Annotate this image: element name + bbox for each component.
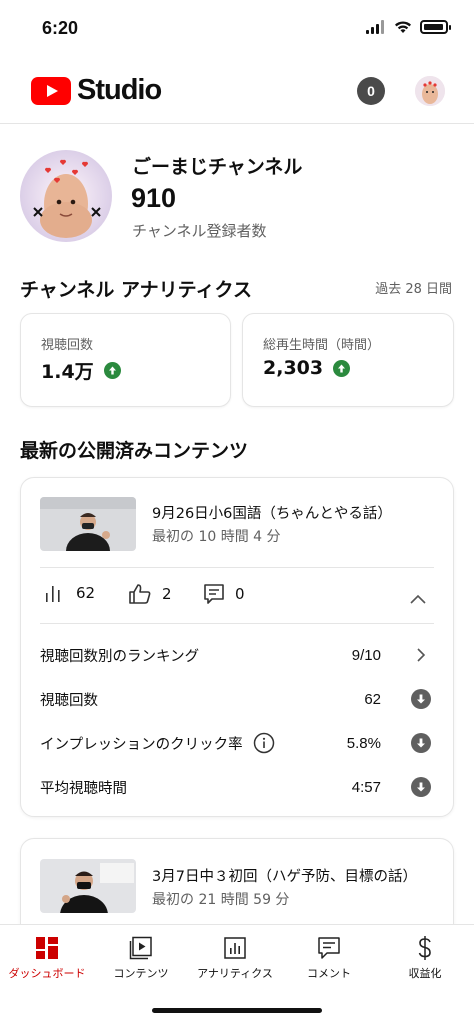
- thumbnail-image: [40, 859, 136, 913]
- comment-icon: [282, 933, 376, 963]
- thumbnail-image: [40, 497, 136, 551]
- notification-badge[interactable]: 0: [357, 77, 385, 105]
- views-stat: 62: [44, 583, 95, 603]
- account-avatar[interactable]: [415, 76, 445, 106]
- channel-avatar[interactable]: [20, 150, 112, 242]
- status-bar: 6:20: [0, 0, 474, 56]
- status-time: 6:20: [42, 18, 79, 38]
- metric-card-watchtime[interactable]: 総再生時間（時間） 2,303: [242, 313, 454, 407]
- thumbs-up-icon: [129, 584, 151, 604]
- video-subtitle: 最初の 21 時間 59 分: [152, 892, 290, 908]
- metric-value: 2,303: [263, 357, 324, 379]
- detail-row-views[interactable]: 視聴回数 62: [40, 685, 433, 713]
- detail-value: 9/10: [351, 646, 381, 664]
- detail-label: 平均視聴時間: [40, 780, 127, 797]
- nav-label: ダッシュボード: [8, 967, 86, 980]
- analytics-icon: [188, 933, 282, 963]
- arrow-down-circle-icon: [411, 689, 431, 709]
- views-count: 62: [76, 584, 96, 602]
- nav-label: 収益化: [408, 967, 442, 980]
- video-card: 9月26日小6国語（ちゃんとやる話） 最初の 10 時間 4 分 62 2 0 …: [20, 477, 454, 817]
- comment-icon: [204, 584, 224, 604]
- info-icon[interactable]: [253, 732, 275, 754]
- video-title[interactable]: 3月7日中３初回（ハゲ予防、目標の話）: [152, 865, 417, 886]
- channel-avatar-image: [20, 150, 112, 242]
- nav-content[interactable]: コンテンツ: [94, 933, 188, 981]
- detail-row-ctr[interactable]: インプレッションのクリック率 5.8%: [40, 729, 433, 757]
- youtube-play-icon: [31, 76, 71, 105]
- nav-monetization[interactable]: 収益化: [378, 933, 472, 981]
- analytics-title: チャンネル アナリティクス: [20, 279, 252, 301]
- subscriber-count: 910: [131, 183, 177, 213]
- nav-dashboard[interactable]: ダッシュボード: [0, 933, 94, 981]
- metric-value-wrap: 2,303: [263, 357, 351, 379]
- trend-up-icon: [103, 362, 121, 379]
- metric-label: 総再生時間（時間）: [263, 338, 381, 353]
- arrow-down-circle-icon: [411, 777, 431, 797]
- chevron-up-icon: [410, 594, 426, 604]
- wifi-icon: [395, 21, 411, 33]
- detail-row-ranking[interactable]: 視聴回数別のランキング 9/10: [40, 641, 433, 669]
- subscriber-label: チャンネル登録者数: [132, 222, 267, 240]
- metric-value-wrap: 1.4万: [41, 357, 121, 384]
- divider: [40, 623, 434, 624]
- status-icons: [366, 20, 451, 34]
- detail-label: 視聴回数別のランキング: [40, 648, 200, 665]
- detail-value: 62: [364, 690, 381, 708]
- video-thumbnail[interactable]: [40, 859, 136, 913]
- nav-label: アナリティクス: [197, 967, 273, 980]
- metric-card-views[interactable]: 視聴回数 1.4万: [20, 313, 231, 407]
- metric-value: 1.4万: [41, 361, 94, 383]
- trend-up-icon: [333, 359, 351, 377]
- arrow-down-circle-icon: [411, 733, 431, 753]
- comments-count: 0: [235, 585, 245, 603]
- comments-stat: 0: [203, 583, 245, 605]
- detail-value: 5.8%: [346, 734, 381, 752]
- battery-icon: [420, 20, 451, 34]
- content-icon: [94, 933, 188, 963]
- home-indicator: [152, 1008, 322, 1013]
- latest-content-title: 最新の公開済みコンテンツ: [20, 440, 249, 462]
- nav-analytics[interactable]: アナリティクス: [188, 933, 282, 981]
- video-subtitle: 最初の 10 時間 4 分: [152, 529, 281, 545]
- detail-label: 視聴回数: [40, 692, 98, 709]
- signal-icon: [366, 20, 384, 34]
- channel-name: ごーまじチャンネル: [132, 156, 303, 178]
- dollar-icon: [378, 933, 472, 963]
- chevron-right-icon: [411, 645, 431, 665]
- studio-logo[interactable]: Studio: [31, 74, 162, 107]
- metric-label: 視聴回数: [41, 338, 94, 353]
- detail-row-avg-watch[interactable]: 平均視聴時間 4:57: [40, 773, 433, 801]
- detail-label: インプレッションのクリック率: [40, 736, 243, 753]
- detail-label-wrap: インプレッションのクリック率: [40, 732, 275, 754]
- likes-count: 2: [162, 585, 172, 603]
- logo-text: Studio: [77, 74, 162, 106]
- nav-label: コンテンツ: [113, 967, 169, 980]
- likes-stat: 2: [128, 583, 172, 605]
- divider: [40, 567, 434, 568]
- dashboard-icon: [0, 933, 94, 963]
- collapse-button[interactable]: [409, 590, 427, 609]
- video-title[interactable]: 9月26日小6国語（ちゃんとやる話）: [152, 502, 392, 523]
- analytics-period: 過去 28 日間: [375, 282, 452, 297]
- avatar-image: [415, 76, 445, 106]
- nav-label: コメント: [307, 967, 351, 980]
- nav-comments[interactable]: コメント: [282, 933, 376, 981]
- bar-chart-icon: [46, 586, 60, 602]
- video-thumbnail[interactable]: [40, 497, 136, 551]
- app-header: Studio 0: [0, 58, 474, 124]
- detail-value: 4:57: [351, 778, 381, 796]
